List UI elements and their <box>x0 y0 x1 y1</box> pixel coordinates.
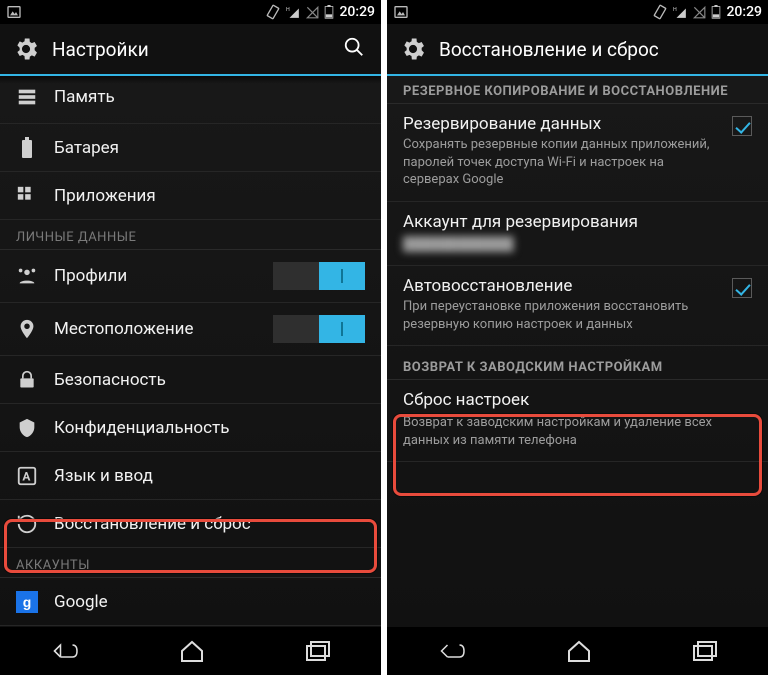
svg-text:A: A <box>22 469 30 483</box>
phone-right: H 20:29 Восстановление и сброс РЕЗЕРВНОЕ… <box>387 0 768 675</box>
section-accounts: АККАУНТЫ <box>0 548 381 578</box>
phone-left: H 20:29 Настройки Память Батарея <box>0 0 381 675</box>
svg-text:H: H <box>286 7 290 13</box>
status-clock: 20:29 <box>339 4 375 20</box>
privacy-icon <box>16 417 38 439</box>
search-button[interactable] <box>339 32 369 66</box>
svg-text:H: H <box>673 7 677 13</box>
checkbox-backup-data[interactable] <box>732 116 752 136</box>
page-title: Настройки <box>52 38 327 61</box>
picture-icon <box>6 4 22 20</box>
language-icon: A <box>16 465 38 487</box>
item-label: Конфиденциальность <box>54 418 365 438</box>
item-label: Восстановление и сброс <box>54 514 365 534</box>
rotate-icon <box>652 4 668 20</box>
status-left <box>393 4 409 20</box>
battery-icon <box>711 5 721 19</box>
restore-icon <box>16 513 38 535</box>
section-backup-restore: РЕЗЕРВНОЕ КОПИРОВАНИЕ И ВОССТАНОВЛЕНИЕ <box>387 76 768 104</box>
storage-icon <box>16 86 38 108</box>
nav-back[interactable] <box>50 639 80 663</box>
status-bar: H 20:29 <box>387 0 768 24</box>
item-label: Безопасность <box>54 370 365 390</box>
profile-icon <box>16 265 38 287</box>
signal-icon: H <box>673 5 687 19</box>
page-title: Восстановление и сброс <box>439 38 756 61</box>
app-bar: Настройки <box>0 24 381 76</box>
signal-icon: H <box>286 5 300 19</box>
nav-bar <box>0 627 381 675</box>
item-apps[interactable]: Приложения <box>0 172 381 220</box>
app-bar: Восстановление и сброс <box>387 24 768 76</box>
item-label: Память <box>54 87 365 107</box>
settings-list[interactable]: Память Батарея Приложения ЛИЧНЫЕ ДАННЫЕ <box>0 76 381 627</box>
status-right: H 20:29 <box>652 4 762 20</box>
gear-icon <box>12 35 40 63</box>
nav-home[interactable] <box>179 639 205 663</box>
picture-icon <box>393 4 409 20</box>
nav-back[interactable] <box>437 639 467 663</box>
item-autorestore[interactable]: Автовосстановление При переустановке при… <box>387 266 768 346</box>
item-security[interactable]: Безопасность <box>0 356 381 404</box>
item-privacy[interactable]: Конфиденциальность <box>0 404 381 452</box>
nav-recents[interactable] <box>305 640 331 662</box>
google-icon: g <box>16 591 38 613</box>
item-google[interactable]: g Google <box>0 578 381 626</box>
item-language[interactable]: A Язык и ввод <box>0 452 381 500</box>
status-right: H 20:29 <box>265 4 375 20</box>
item-factory-reset[interactable]: Сброс настроек Возврат к заводским настр… <box>387 380 768 462</box>
nav-recents[interactable] <box>692 640 718 662</box>
item-label: Профили <box>54 266 257 286</box>
item-profiles[interactable]: Профили <box>0 250 381 303</box>
section-factory: ВОЗВРАТ К ЗАВОДСКИМ НАСТРОЙКАМ <box>387 346 768 380</box>
location-icon <box>16 318 38 340</box>
item-subtitle: При переустановке приложения восстановит… <box>403 298 720 333</box>
rotate-icon <box>265 4 281 20</box>
item-label: Приложения <box>54 186 365 206</box>
status-left <box>6 4 22 20</box>
checkbox-autorestore[interactable] <box>732 278 752 298</box>
status-bar: H 20:29 <box>0 0 381 24</box>
battery-icon <box>324 5 334 19</box>
nav-home[interactable] <box>566 639 592 663</box>
item-backup-account[interactable]: Аккаунт для резервирования ████████████ <box>387 202 768 267</box>
item-label: Местоположение <box>54 319 257 339</box>
item-subtitle: Сохранять резервные копии данных приложе… <box>403 136 720 189</box>
item-label: Google <box>54 592 365 612</box>
nosim-icon <box>692 5 706 19</box>
toggle-location[interactable] <box>273 315 365 343</box>
apps-icon <box>16 185 38 207</box>
item-backup-reset[interactable]: Восстановление и сброс <box>0 500 381 548</box>
reset-list[interactable]: РЕЗЕРВНОЕ КОПИРОВАНИЕ И ВОССТАНОВЛЕНИЕ Р… <box>387 76 768 627</box>
lock-icon <box>16 369 38 391</box>
item-label: Батарея <box>54 138 365 158</box>
item-title: Автовосстановление <box>403 276 720 296</box>
item-location[interactable]: Местоположение <box>0 303 381 356</box>
nav-bar <box>387 627 768 675</box>
item-subtitle: Возврат к заводским настройкам и удалени… <box>403 414 752 449</box>
item-title: Сброс настроек <box>403 390 752 410</box>
item-label: Язык и ввод <box>54 466 365 486</box>
search-icon <box>343 36 365 58</box>
status-clock: 20:29 <box>726 4 762 20</box>
item-backup-data[interactable]: Резервирование данных Сохранять резервны… <box>387 104 768 202</box>
item-title: Резервирование данных <box>403 114 720 134</box>
gear-icon[interactable] <box>399 35 427 63</box>
nosim-icon <box>305 5 319 19</box>
item-memory[interactable]: Память <box>0 76 381 124</box>
item-title: Аккаунт для резервирования <box>403 212 752 232</box>
backup-account-value: ████████████ <box>403 236 752 254</box>
toggle-profiles[interactable] <box>273 262 365 290</box>
battery-icon <box>16 137 38 159</box>
item-battery[interactable]: Батарея <box>0 124 381 172</box>
section-personal: ЛИЧНЫЕ ДАННЫЕ <box>0 220 381 250</box>
